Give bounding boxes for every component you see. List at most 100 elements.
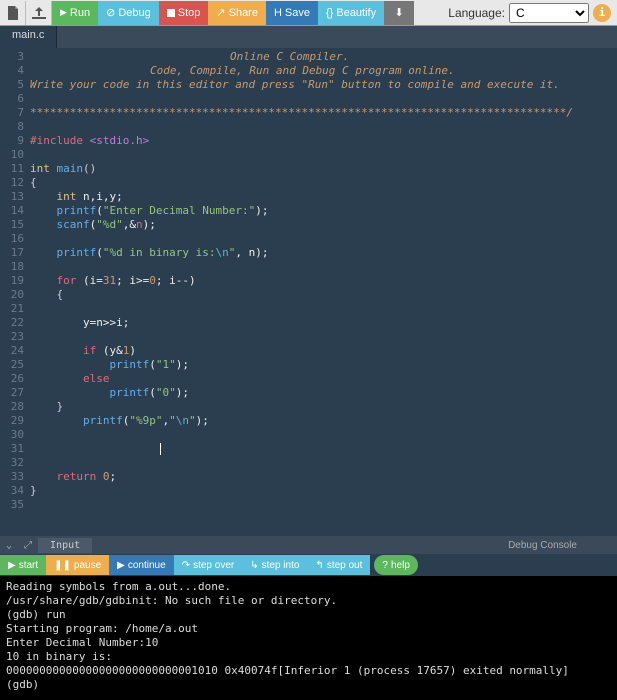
toolbar-left: ▶Run ⊘Debug Stop ↗ Share HSave {}Beautify…	[0, 0, 414, 25]
line-number: 35	[0, 498, 24, 512]
code-line[interactable]: printf("0");	[30, 386, 617, 400]
code-line[interactable]: scanf("%d",&n);	[30, 218, 617, 232]
share-button[interactable]: ↗ Share	[208, 1, 266, 25]
debug-continue-button[interactable]: ▶continue	[109, 555, 174, 575]
line-number: 3	[0, 50, 24, 64]
continue-icon: ▶	[117, 560, 125, 571]
panel-expand-icon[interactable]: ⤢	[18, 540, 38, 551]
code-line[interactable]: Online C Compiler.	[30, 50, 617, 64]
debug-label: Debug	[118, 7, 150, 19]
line-number: 9	[0, 134, 24, 148]
code-line[interactable]: ****************************************…	[30, 106, 617, 120]
code-line[interactable]	[30, 260, 617, 274]
run-button[interactable]: ▶Run	[52, 1, 98, 25]
stop-icon	[167, 9, 175, 17]
code-line[interactable]	[30, 456, 617, 470]
debug-icon: ⊘	[106, 6, 115, 19]
code-line[interactable]: for (i=31; i>=0; i--)	[30, 274, 617, 288]
toolbar: ▶Run ⊘Debug Stop ↗ Share HSave {}Beautify…	[0, 0, 617, 26]
stop-button[interactable]: Stop	[159, 1, 209, 25]
code-editor[interactable]: 3456789101112131415161718192021222324252…	[0, 48, 617, 536]
start-icon: ▶	[8, 560, 16, 571]
save-button[interactable]: HSave	[266, 1, 318, 25]
tab-main-c[interactable]: main.c	[0, 26, 57, 48]
code-line[interactable]: Code, Compile, Run and Debug C program o…	[30, 64, 617, 78]
code-line[interactable]	[30, 92, 617, 106]
upload-icon-button[interactable]	[26, 1, 52, 25]
line-number: 17	[0, 246, 24, 260]
code-area[interactable]: Online C Compiler.Code, Compile, Run and…	[30, 48, 617, 536]
code-line[interactable]	[30, 232, 617, 246]
line-number: 11	[0, 162, 24, 176]
input-tab[interactable]: Input	[38, 538, 92, 553]
code-line[interactable]: printf("%9p","\n");	[30, 414, 617, 428]
debug-console-tab[interactable]: Debug Console	[508, 540, 617, 551]
line-number: 24	[0, 344, 24, 358]
line-number: 10	[0, 148, 24, 162]
share-icon: ↗	[216, 6, 225, 19]
share-label: Share	[229, 7, 258, 19]
code-line[interactable]: }	[30, 400, 617, 414]
code-line[interactable]: if (y&1)	[30, 344, 617, 358]
line-number: 33	[0, 470, 24, 484]
debug-console-output[interactable]: Reading symbols from a.out...done. /usr/…	[0, 576, 617, 700]
debug-step-over-button[interactable]: ↷step over	[174, 555, 243, 575]
file-icon-button[interactable]	[0, 1, 26, 25]
help-icon: ?	[382, 560, 388, 571]
code-line[interactable]: printf("%d in binary is:\n", n);	[30, 246, 617, 260]
line-number: 20	[0, 288, 24, 302]
code-line[interactable]: return 0;	[30, 470, 617, 484]
code-line[interactable]	[30, 120, 617, 134]
code-line[interactable]: printf("1");	[30, 358, 617, 372]
code-line[interactable]: {	[30, 288, 617, 302]
code-line[interactable]: {	[30, 176, 617, 190]
line-gutter: 3456789101112131415161718192021222324252…	[0, 48, 30, 536]
debug-start-button[interactable]: ▶start	[0, 555, 46, 575]
line-number: 31	[0, 442, 24, 456]
line-number: 28	[0, 400, 24, 414]
panel-chevron-icon[interactable]: ⌄	[0, 540, 18, 551]
line-number: 15	[0, 218, 24, 232]
line-number: 22	[0, 316, 24, 330]
debug-step-out-button[interactable]: ↰step out	[307, 555, 370, 575]
line-number: 13	[0, 190, 24, 204]
download-button[interactable]: ⬇	[384, 1, 414, 25]
code-line[interactable]	[30, 442, 617, 456]
language-select[interactable]: C	[509, 3, 589, 23]
line-number: 18	[0, 260, 24, 274]
debug-step-into-button[interactable]: ↳step into	[242, 555, 307, 575]
code-line[interactable]	[30, 330, 617, 344]
code-line[interactable]: printf("Enter Decimal Number:");	[30, 204, 617, 218]
tab-bar: main.c	[0, 26, 617, 48]
debug-help-button[interactable]: ?help	[374, 555, 417, 575]
play-icon: ▶	[60, 7, 67, 18]
line-number: 26	[0, 372, 24, 386]
run-label: Run	[70, 7, 90, 19]
debug-button[interactable]: ⊘Debug	[98, 1, 159, 25]
step-out-icon: ↰	[315, 560, 323, 571]
code-line[interactable]: y=n>>i;	[30, 316, 617, 330]
line-number: 5	[0, 78, 24, 92]
code-line[interactable]: int n,i,y;	[30, 190, 617, 204]
line-number: 7	[0, 106, 24, 120]
code-line[interactable]	[30, 302, 617, 316]
code-line[interactable]	[30, 428, 617, 442]
line-number: 25	[0, 358, 24, 372]
line-number: 30	[0, 428, 24, 442]
line-number: 27	[0, 386, 24, 400]
code-line[interactable]	[30, 148, 617, 162]
debug-pause-button[interactable]: ❚❚pause	[46, 555, 109, 575]
save-icon: H	[274, 7, 282, 19]
code-line[interactable]	[30, 498, 617, 512]
code-line[interactable]: }	[30, 484, 617, 498]
line-number: 32	[0, 456, 24, 470]
beautify-button[interactable]: {}Beautify	[318, 1, 384, 25]
toolbar-right: Language: C i	[448, 3, 617, 23]
pause-icon: ❚❚	[54, 560, 71, 571]
code-line[interactable]: else	[30, 372, 617, 386]
code-line[interactable]: Write your code in this editor and press…	[30, 78, 617, 92]
code-line[interactable]: #include <stdio.h>	[30, 134, 617, 148]
line-number: 12	[0, 176, 24, 190]
code-line[interactable]: int main()	[30, 162, 617, 176]
info-icon[interactable]: i	[593, 4, 611, 22]
